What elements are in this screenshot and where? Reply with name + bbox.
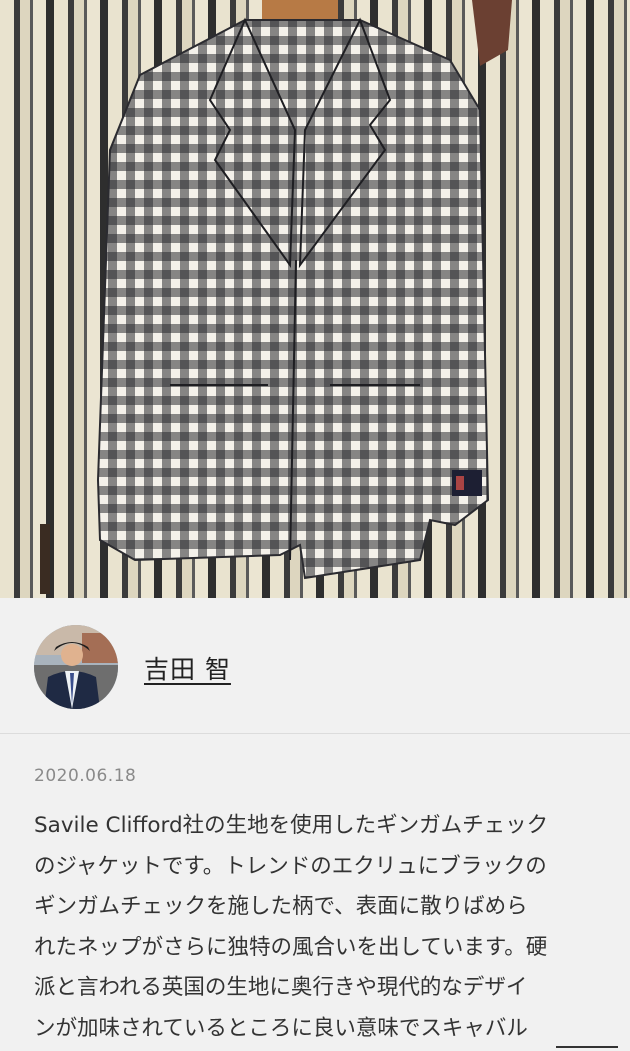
post-body: Savile Clifford社の生地を使用したギンガムチェック のジャケットで… <box>34 806 604 1051</box>
hero-image <box>0 0 630 598</box>
post-body-line: ギンガムチェックを施した柄で、表面に散りばめら <box>34 894 528 919</box>
post-body-line: のジャケットです。トレンドのエクリュにブラックの <box>34 853 547 879</box>
post-body-line: ンが加味されているところに良い意味でスキャバル <box>34 1015 528 1041</box>
truncation-indicator <box>556 1046 618 1048</box>
avatar-photo-icon <box>34 625 118 709</box>
jacket-illustration <box>40 0 512 594</box>
post-body-line: 派と言われる英国の生地に奥行きや現代的なデザイ <box>34 975 528 1000</box>
post-body-line: Savile Clifford社の生地を使用したギンガムチェック <box>34 813 549 838</box>
author-name-link[interactable]: 吉田 智 <box>144 650 231 686</box>
post-body-line: れたネップがさらに独特の風合いを出しています。硬 <box>34 934 548 960</box>
author-avatar[interactable] <box>34 625 118 709</box>
post-date: 2020.06.18 <box>34 766 137 786</box>
